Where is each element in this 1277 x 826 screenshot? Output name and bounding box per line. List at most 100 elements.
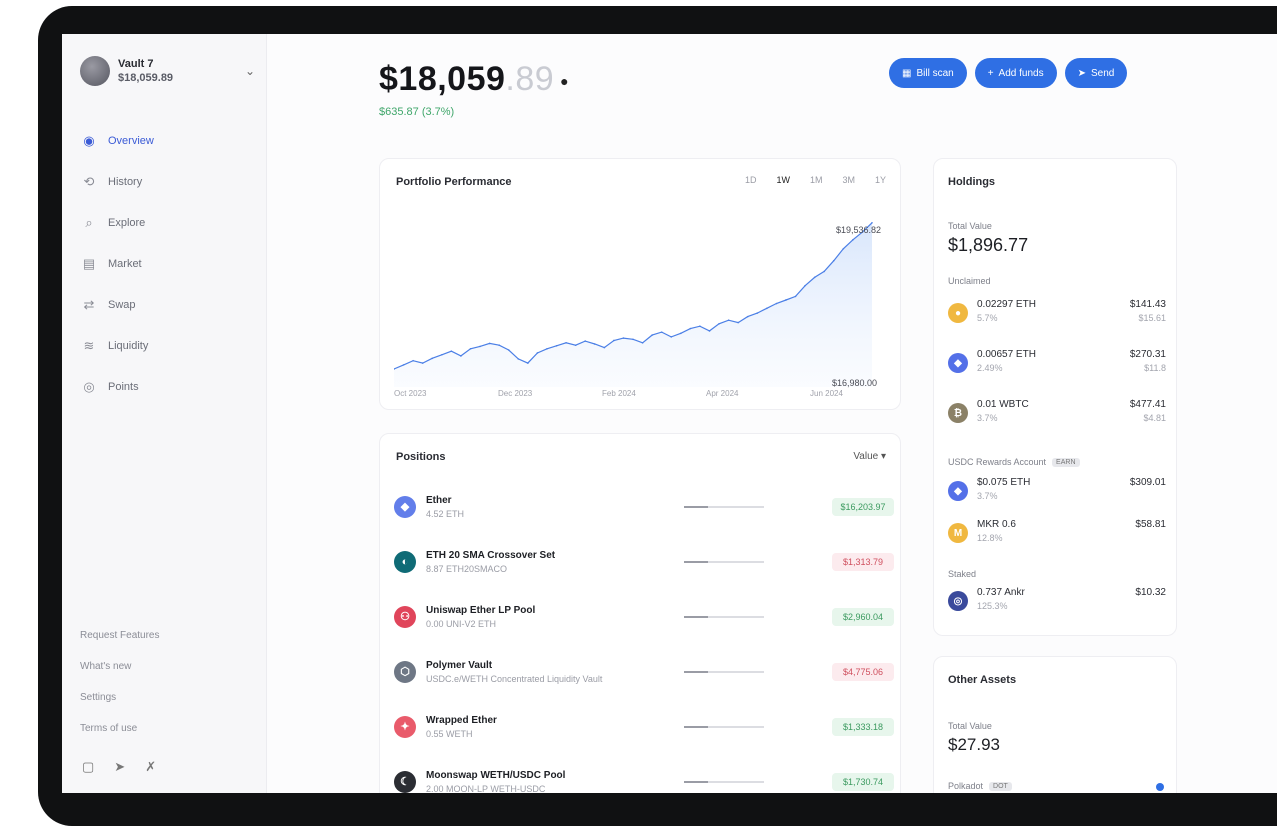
holding-values: $270.31 $11.8 [1130, 349, 1166, 373]
holding-values: $10.32 [1135, 587, 1166, 598]
holdings-title: Holdings [948, 176, 996, 188]
sidebar-item-label: History [108, 175, 143, 188]
chart-point [832, 259, 835, 262]
performance-title: Portfolio Performance [396, 176, 512, 188]
position-amount: USDC.e/WETH Concentrated Liquidity Vault [426, 673, 603, 684]
sidebar-item-market[interactable]: ▤ Market [80, 243, 250, 284]
status-dot [1156, 783, 1164, 791]
position-row[interactable]: ⬡ Polymer Vault USDC.e/WETH Concentrated L… [394, 644, 894, 699]
chart-point [727, 319, 730, 322]
send-button[interactable]: ➤ Send [1064, 58, 1128, 88]
sidebar-item-points[interactable]: ◎ Points [80, 366, 250, 407]
holding-value: $141.43 [1129, 299, 1166, 310]
account-switcher[interactable]: Vault 7 $18,059.89 ⌄ [80, 56, 255, 86]
holding-row[interactable]: ◆ 0.00657 ETH 2.49% $270.31 $11.8 [948, 349, 1166, 373]
sidebar-item-swap[interactable]: ⇄ Swap [80, 284, 250, 325]
chart-point [785, 299, 787, 301]
position-row[interactable]: ◆ Ether 4.52 ETH $16,203.97 [394, 479, 894, 534]
position-name: Polymer Vault [426, 659, 493, 671]
chart-point [766, 307, 768, 310]
balance-cents: .89 [505, 60, 555, 98]
twitter-icon[interactable]: ✗ [145, 759, 156, 775]
other-assets-title: Other Assets [948, 674, 1017, 686]
chart-point [842, 247, 845, 250]
account-value: $18,059.89 [118, 72, 174, 84]
holdings-total-value: $1,896.77 [948, 235, 1029, 255]
other-total-label: Total Value [948, 721, 992, 731]
holdings-group-label: Unclaimed [948, 276, 991, 286]
eth-gold-icon: ● [948, 303, 968, 323]
sidebar-item-liquidity[interactable]: ≋ Liquidity [80, 325, 250, 366]
position-value-badge: $4,775.06 [832, 662, 894, 681]
holding-row[interactable]: M MKR 0.6 12.8% $58.81 [948, 519, 1166, 543]
sidebar-nav: ◉ Overview ⟲ History ⌕ Explore ▤ Market ⇄ Swap ≋ Li… [80, 120, 250, 407]
sidebar-item-label: Points [108, 380, 139, 393]
sidebar-footer-link[interactable]: Request Features [80, 626, 160, 657]
chart-point [775, 302, 778, 305]
position-text: Polymer Vault USDC.e/WETH Concentrated Li… [426, 660, 666, 684]
holding-row[interactable]: ₿ 0.01 WBTC 3.7% $477.41 $4.81 [948, 399, 1166, 423]
sidebar-footer-link[interactable]: Settings [80, 688, 160, 719]
chart-point [871, 222, 873, 224]
range-selector: 1D 1W 1M 3M 1Y [745, 175, 886, 185]
sidebar-footer-link[interactable]: Terms of use [80, 719, 160, 750]
eth-rewards-icon: ◆ [948, 481, 968, 501]
chart-point [651, 334, 653, 336]
holding-name: 0.01 WBTC [977, 399, 1029, 410]
position-amount: 4.52 ETH [426, 508, 465, 519]
position-sparkline [684, 725, 764, 728]
position-sparkline [684, 670, 764, 673]
sidebar-item-explore[interactable]: ⌕ Explore [80, 202, 250, 243]
position-text: Ether 4.52 ETH [426, 495, 666, 519]
position-row[interactable]: ⚇ Uniswap Ether LP Pool 0.00 UNI-V2 ETH $2,… [394, 589, 894, 644]
telegram-icon[interactable]: ➤ [114, 759, 125, 775]
chevron-down-icon[interactable]: ⌄ [245, 64, 255, 78]
holding-row[interactable]: ◆ $0.075 ETH 3.7% $309.01 [948, 477, 1166, 501]
swap-icon: ⇄ [83, 296, 95, 312]
sidebar-footer-link[interactable]: What's new [80, 657, 160, 688]
positions-sort-dropdown[interactable]: Value ▾ [853, 451, 886, 462]
range-option-1m[interactable]: 1M [810, 175, 823, 185]
discord-icon[interactable]: ▢ [82, 759, 94, 775]
add-funds-button[interactable]: + Add funds [974, 58, 1057, 88]
holding-value: $10.32 [1135, 587, 1166, 598]
chart-point [555, 345, 558, 347]
holding-row[interactable]: ◎ 0.737 Ankr 125.3% $10.32 [948, 587, 1166, 611]
range-option-1w[interactable]: 1W [776, 175, 790, 185]
liquidity-icon: ≋ [83, 337, 95, 353]
app-screen: Vault 7 $18,059.89 ⌄ ◉ Overview ⟲ History ⌕ E… [62, 34, 1277, 793]
position-row[interactable]: ✦ Wrapped Ether 0.55 WETH $1,333.18 [394, 699, 894, 754]
chart-point [546, 348, 548, 350]
chart-point [488, 342, 491, 345]
range-option-1d[interactable]: 1D [745, 175, 757, 185]
chart-point [622, 337, 625, 339]
chart-point [708, 330, 711, 332]
x-tick-label: Feb 2024 [602, 389, 636, 398]
position-name: ETH 20 SMA Crossover Set [426, 549, 556, 561]
holdings-staked-label: Staked [948, 569, 977, 579]
holdings-card: Holdings Total Value $1,896.77 Unclaimed… [933, 158, 1177, 636]
holding-name: 0.737 Ankr [977, 587, 1025, 598]
position-row[interactable]: ☾ Moonswap WETH/USDC Pool 2.00 MOON-LP WET… [394, 754, 894, 793]
holdings-rewards-label: USDC Rewards Account EARN [948, 457, 1080, 468]
bill-scan-button[interactable]: ▦ Bill scan [889, 58, 967, 88]
range-option-3m[interactable]: 3M [842, 175, 855, 185]
holding-value: $270.31 [1129, 349, 1166, 360]
sidebar-item-overview[interactable]: ◉ Overview [80, 120, 250, 161]
holding-row[interactable]: ● 0.02297 ETH 5.7% $141.43 $15.61 [948, 299, 1166, 323]
position-row[interactable]: ◐ ETH 20 SMA Crossover Set 8.87 ETH20SMACO… [394, 534, 894, 589]
position-value-badge: $1,313.79 [832, 552, 894, 571]
chart-point [507, 349, 510, 351]
holding-text: 0.737 Ankr 125.3% [977, 587, 1135, 611]
holding-name: 0.00657 ETH [977, 349, 1036, 360]
eye-icon[interactable]: ● [560, 73, 569, 89]
range-option-1y[interactable]: 1Y [875, 175, 886, 185]
add-funds-icon: + [987, 67, 994, 79]
holding-value-sub: $11.8 [1144, 363, 1166, 373]
social-links: ▢ ➤ ✗ [82, 759, 156, 775]
other-asset-row[interactable]: Polkadot DOT [948, 781, 1012, 792]
other-total-value: $27.93 [948, 735, 1000, 754]
sidebar-item-history[interactable]: ⟲ History [80, 161, 250, 202]
ankr-icon: ◎ [948, 591, 968, 611]
holding-share: 3.7% [977, 491, 998, 501]
